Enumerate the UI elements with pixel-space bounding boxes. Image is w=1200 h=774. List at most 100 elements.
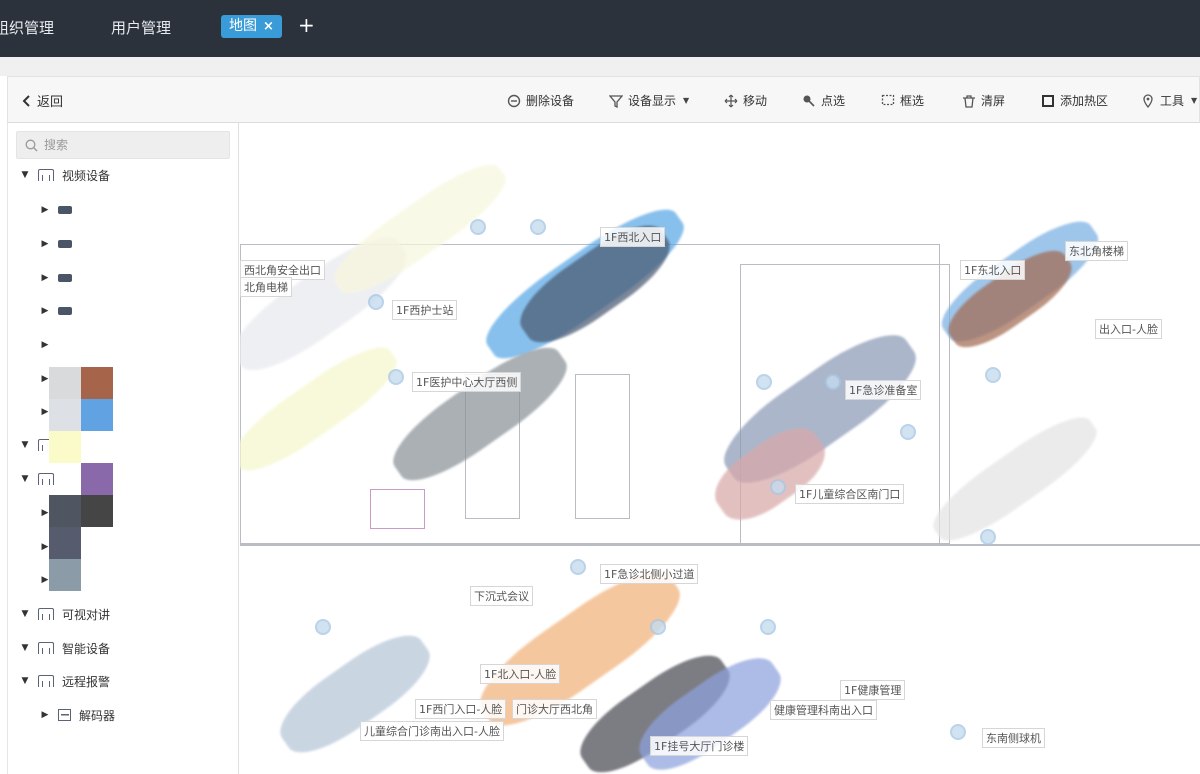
color-swatch	[49, 431, 81, 463]
nvr-device-icon	[58, 307, 72, 315]
map-label[interactable]: 门诊大厅西北角	[512, 699, 597, 719]
box-select-label: 框选	[900, 94, 925, 108]
device-display-dropdown[interactable]: 设备显示 ▼	[609, 92, 689, 109]
add-hotzone-button[interactable]: 添加热区	[1041, 92, 1108, 109]
chevron-left-icon	[22, 94, 30, 107]
expand-triangle-icon[interactable]: ▼	[20, 643, 30, 653]
map-label[interactable]: 下沉式会议	[470, 586, 533, 606]
collapse-triangle-icon[interactable]: ▶	[40, 340, 50, 350]
delete-device-button[interactable]: 删除设备	[507, 92, 574, 109]
clear-screen-label: 清屏	[981, 94, 1006, 108]
add-tab-button[interactable]: +	[298, 13, 315, 37]
map-label[interactable]: 1F东北入口	[960, 260, 1026, 280]
point-select-label: 点选	[821, 94, 846, 108]
collapse-triangle-icon[interactable]: ▶	[40, 205, 50, 215]
expand-triangle-icon[interactable]: ▼	[20, 609, 30, 619]
map-label[interactable]: 1F儿童综合区南门口	[795, 484, 905, 504]
tree-node-device[interactable]: ▶	[40, 268, 72, 288]
point-select-icon	[802, 94, 816, 108]
tree-node-label: 远程报警	[62, 674, 111, 689]
top-nav-bar: 组织管理 用户管理 地图 × +	[0, 0, 1200, 57]
map-label[interactable]: 东南侧球机	[982, 728, 1045, 748]
nav-user-management[interactable]: 用户管理	[111, 17, 171, 38]
tree-node-label: 可视对讲	[62, 607, 111, 622]
map-label[interactable]: 1F急诊准备室	[845, 380, 922, 400]
search-input[interactable]	[44, 138, 214, 152]
camera-pin-icon[interactable]	[368, 294, 384, 310]
clear-screen-button[interactable]: 清屏	[962, 92, 1005, 109]
map-label[interactable]: 出入口-人脸	[1095, 319, 1162, 339]
box-select-icon	[881, 94, 895, 108]
expand-triangle-icon[interactable]: ▼	[20, 474, 30, 484]
map-label[interactable]: 儿童综合门诊南出入口-人脸	[360, 721, 504, 741]
box-select-button[interactable]: 框选	[881, 92, 924, 109]
nvr-device-icon	[58, 274, 72, 282]
map-label[interactable]: 1F西门入口-人脸	[415, 699, 507, 719]
map-label[interactable]: 1F西北入口	[600, 227, 666, 247]
decoder-icon	[58, 709, 71, 721]
expand-triangle-icon[interactable]: ▼	[20, 440, 30, 450]
map-label[interactable]: 1F挂号大厅门诊楼	[650, 736, 749, 756]
move-button[interactable]: 移动	[724, 92, 767, 109]
content-gap	[0, 57, 1200, 76]
collapse-triangle-icon[interactable]: ▶	[40, 239, 50, 249]
map-label[interactable]: 东北角楼梯	[1065, 241, 1128, 261]
nav-org-management[interactable]: 组织管理	[0, 17, 54, 38]
tab-map[interactable]: 地图 ×	[221, 15, 282, 38]
expand-triangle-icon[interactable]: ▼	[20, 170, 30, 180]
camera-pin-icon[interactable]	[760, 619, 776, 635]
point-select-button[interactable]: 点选	[802, 92, 845, 109]
camera-pin-icon[interactable]	[650, 619, 666, 635]
device-group-icon	[38, 675, 54, 687]
camera-pin-icon[interactable]	[470, 219, 486, 235]
camera-pin-icon[interactable]	[570, 559, 586, 575]
map-label[interactable]: 1F西护士站	[392, 300, 458, 320]
move-label: 移动	[743, 94, 768, 108]
collapse-triangle-icon[interactable]: ▶	[40, 273, 50, 283]
tree-node-device[interactable]: ▶	[40, 335, 50, 355]
camera-pin-icon[interactable]	[530, 219, 546, 235]
collapse-triangle-icon[interactable]: ▶	[40, 710, 50, 720]
camera-pin-icon[interactable]	[980, 529, 996, 545]
expand-triangle-icon[interactable]: ▼	[20, 676, 30, 686]
camera-pin-icon[interactable]	[985, 367, 1001, 383]
tab-map-label: 地图	[229, 18, 257, 34]
tree-node-remote-alarm[interactable]: ▼ 远程报警	[20, 671, 110, 691]
tools-dropdown[interactable]: 工具 ▼	[1141, 92, 1197, 109]
tree-node-smart-devices[interactable]: ▼ 智能设备	[20, 638, 110, 658]
color-swatch	[49, 399, 81, 431]
camera-pin-icon[interactable]	[388, 369, 404, 385]
camera-pin-icon[interactable]	[825, 374, 841, 390]
map-label[interactable]: 1F急诊北侧小过道	[600, 564, 699, 584]
tree-node-device[interactable]: ▶	[40, 301, 72, 321]
color-swatch	[49, 495, 81, 527]
filter-icon	[609, 94, 623, 108]
floor-plan-map[interactable]: 1F西门入口-人脸 1F北入口-人脸 1F挂号大厅门诊楼 儿童综合门诊南出入口-…	[240, 124, 1200, 774]
tree-node-device[interactable]: ▶	[40, 234, 72, 254]
map-label[interactable]: 1F医护中心大厅西侧	[412, 372, 522, 392]
tree-node-device[interactable]: ▶	[40, 200, 72, 220]
tree-node-intercom[interactable]: ▼ 可视对讲	[20, 604, 110, 624]
search-icon	[25, 139, 38, 151]
map-label[interactable]: 1F健康管理	[840, 680, 906, 700]
collapse-triangle-icon[interactable]: ▶	[40, 306, 50, 316]
tree-node-video-devices[interactable]: ▼ 视频设备	[20, 165, 110, 185]
camera-pin-icon[interactable]	[950, 724, 966, 740]
camera-pin-icon[interactable]	[315, 619, 331, 635]
camera-pin-icon[interactable]	[756, 374, 772, 390]
map-label[interactable]: 健康管理科南出入口	[770, 700, 877, 720]
color-swatch	[81, 495, 113, 527]
tree-node-group[interactable]: ▼	[20, 469, 54, 489]
camera-pin-icon[interactable]	[770, 479, 786, 495]
tree-node-decoder[interactable]: ▶ 解码器	[40, 705, 115, 725]
paint-blob	[922, 404, 1108, 554]
map-label[interactable]: 1F北入口-人脸	[480, 664, 561, 684]
map-label[interactable]: 北角电梯	[240, 277, 292, 297]
back-button[interactable]: 返回	[22, 91, 63, 110]
close-icon[interactable]: ×	[263, 15, 274, 38]
camera-pin-icon[interactable]	[900, 424, 916, 440]
device-group-icon	[38, 473, 54, 485]
nvr-device-icon	[58, 240, 72, 248]
room-outline	[575, 374, 630, 519]
tree-node-label: 智能设备	[62, 641, 111, 656]
